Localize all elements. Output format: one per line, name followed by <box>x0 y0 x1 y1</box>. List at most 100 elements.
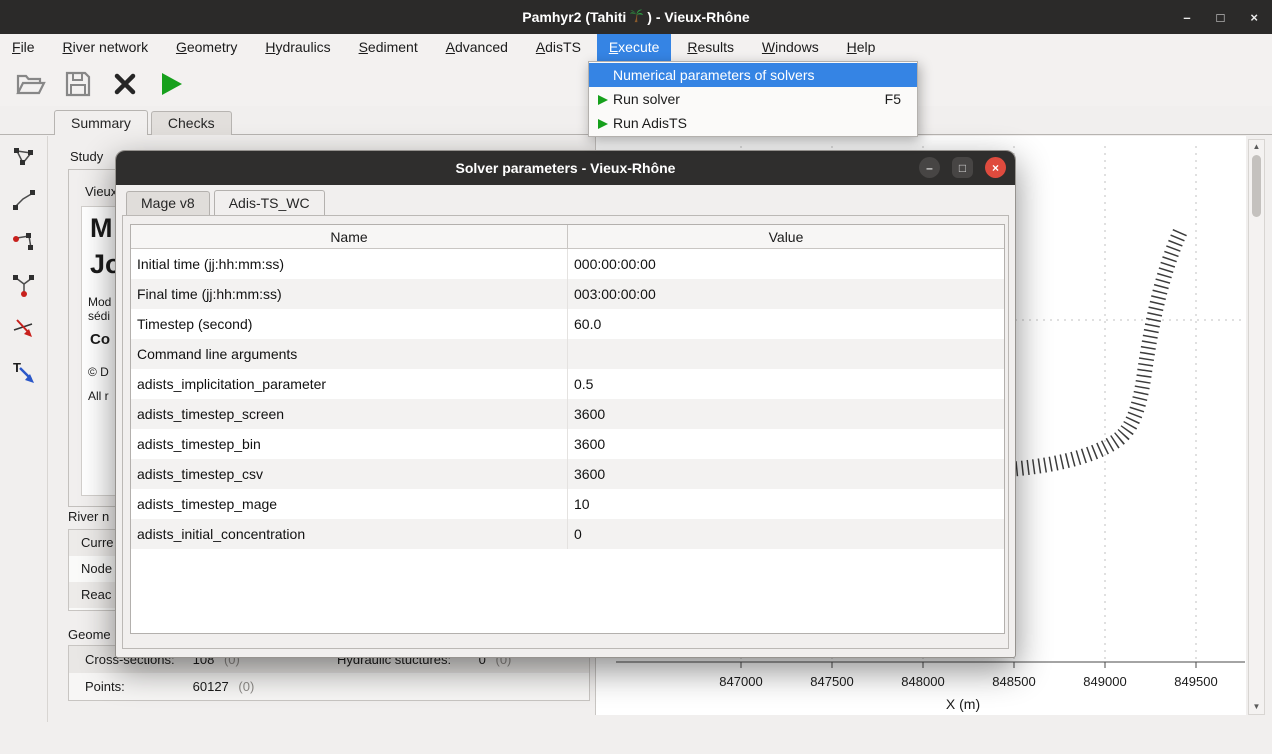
x-tick-847500: 847500 <box>797 674 867 689</box>
table-row[interactable]: adists_implicitation_parameter 0.5 <box>131 369 1004 399</box>
menu-file[interactable]: File <box>0 34 47 61</box>
scrollbar-down-arrow-icon[interactable]: ▼ <box>1249 701 1264 713</box>
dialog-tab-mage-v8[interactable]: Mage v8 <box>126 191 210 215</box>
scrollbar-up-arrow-icon[interactable]: ▲ <box>1249 141 1264 153</box>
table-row[interactable]: Final time (jj:hh:mm:ss) 003:00:00:00 <box>131 279 1004 309</box>
close-button[interactable]: × <box>1250 10 1258 25</box>
application-window: Pamhyr2 (Tahiti ) - Vieux-Rhône – □ × Fi… <box>0 0 1272 754</box>
menu-hydraulics[interactable]: Hydraulics <box>253 34 342 61</box>
param-name-cell[interactable]: adists_timestep_bin <box>131 429 568 459</box>
tool-network-button[interactable] <box>7 140 41 174</box>
param-name-cell[interactable]: adists_initial_concentration <box>131 519 568 549</box>
x-axis-label: X (m) <box>913 696 1013 712</box>
network-graph-icon <box>11 144 37 170</box>
table-row[interactable]: Initial time (jj:hh:mm:ss) 000:00:00:00 <box>131 249 1004 279</box>
floppy-save-icon <box>65 71 91 97</box>
stats-row-2: Points: 60127 (0) <box>69 673 589 700</box>
param-name-cell[interactable]: Timestep (second) <box>131 309 568 339</box>
play-icon <box>597 93 609 109</box>
table-row[interactable]: adists_timestep_csv 3600 <box>131 459 1004 489</box>
menu-execute[interactable]: Execute <box>597 34 672 61</box>
study-copyright: © D <box>88 365 109 379</box>
header-name[interactable]: Name <box>131 225 568 248</box>
study-desc-1: Mod <box>88 295 111 309</box>
header-value[interactable]: Value <box>568 225 1004 248</box>
menu-sediment[interactable]: Sediment <box>347 34 430 61</box>
dialog-title: Solver parameters - Vieux-Rhône <box>456 160 676 176</box>
left-tool-column: T <box>0 136 48 722</box>
menu-option-run-adists[interactable]: Run AdisTS <box>589 111 917 135</box>
param-value-cell[interactable]: 0.5 <box>568 369 1004 399</box>
points-value: 60127 <box>193 679 229 694</box>
river-network-label: River n <box>68 509 109 524</box>
param-name-cell[interactable]: adists_timestep_csv <box>131 459 568 489</box>
study-rights: All r <box>88 389 109 403</box>
tab-summary[interactable]: Summary <box>54 110 148 135</box>
table-row[interactable]: adists_timestep_bin 3600 <box>131 429 1004 459</box>
param-name-cell[interactable]: Command line arguments <box>131 339 568 369</box>
dialog-tab-pane: Name Value Initial time (jj:hh:mm:ss) 00… <box>122 215 1009 649</box>
t-blue-arrow-icon: T <box>11 359 37 385</box>
param-value-cell[interactable]: 10 <box>568 489 1004 519</box>
dialog-tabbar: Mage v8 Adis-TS_WC <box>126 190 329 215</box>
menu-help[interactable]: Help <box>835 34 888 61</box>
menu-results[interactable]: Results <box>675 34 746 61</box>
solver-parameters-dialog: Solver parameters - Vieux-Rhône – □ × Ma… <box>115 150 1016 658</box>
menu-adists[interactable]: AdisTS <box>524 34 593 61</box>
dialog-maximize-button[interactable]: □ <box>952 157 973 178</box>
window-title-prefix: Pamhyr2 (Tahiti <box>522 9 626 25</box>
tab-checks[interactable]: Checks <box>151 111 232 135</box>
run-play-icon <box>160 71 184 97</box>
menu-option-run-solver[interactable]: Run solver F5 <box>589 87 917 111</box>
maximize-button[interactable]: □ <box>1217 10 1225 25</box>
param-value-cell[interactable]: 000:00:00:00 <box>568 249 1004 279</box>
param-value-cell[interactable]: 0 <box>568 519 1004 549</box>
param-value-cell[interactable]: 3600 <box>568 459 1004 489</box>
menu-river-network[interactable]: River network <box>50 34 160 61</box>
scrollbar-thumb[interactable] <box>1252 155 1261 217</box>
points-count: (0) <box>238 679 254 694</box>
save-button[interactable] <box>59 65 97 103</box>
param-name-cell[interactable]: adists_timestep_screen <box>131 399 568 429</box>
table-row[interactable]: Command line arguments <box>131 339 1004 369</box>
tool-slope-button[interactable] <box>7 312 41 346</box>
dialog-tab-adis-ts-wc[interactable]: Adis-TS_WC <box>214 190 325 215</box>
slope-red-arrow-icon <box>11 316 37 342</box>
tool-profile-button[interactable] <box>7 183 41 217</box>
window-title-suffix: ) - Vieux-Rhône <box>647 9 749 25</box>
study-name-fragment: Vieux <box>85 184 117 199</box>
table-row[interactable]: adists_initial_concentration 0 <box>131 519 1004 549</box>
table-row[interactable]: adists_timestep_screen 3600 <box>131 399 1004 429</box>
param-name-cell[interactable]: adists_implicitation_parameter <box>131 369 568 399</box>
param-value-cell[interactable]: 60.0 <box>568 309 1004 339</box>
menu-windows[interactable]: Windows <box>750 34 831 61</box>
dialog-close-button[interactable]: × <box>985 157 1006 178</box>
table-row[interactable]: adists_timestep_mage 10 <box>131 489 1004 519</box>
tool-nodes-button[interactable] <box>7 226 41 260</box>
menu-geometry[interactable]: Geometry <box>164 34 249 61</box>
run-button[interactable] <box>153 65 191 103</box>
x-tick-848000: 848000 <box>888 674 958 689</box>
minimize-button[interactable]: – <box>1183 10 1190 25</box>
reach-branch-icon <box>11 273 37 299</box>
dialog-controls: – □ × <box>919 157 1006 178</box>
close-study-button[interactable] <box>106 65 144 103</box>
param-value-cell[interactable]: 003:00:00:00 <box>568 279 1004 309</box>
parameters-table: Name Value Initial time (jj:hh:mm:ss) 00… <box>130 224 1005 634</box>
menu-advanced[interactable]: Advanced <box>434 34 520 61</box>
x-tick-849000: 849000 <box>1070 674 1140 689</box>
param-value-cell[interactable]: 3600 <box>568 429 1004 459</box>
param-name-cell[interactable]: adists_timestep_mage <box>131 489 568 519</box>
menu-option-numerical-parameters[interactable]: Numerical parameters of solvers <box>589 63 917 87</box>
table-row[interactable]: Timestep (second) 60.0 <box>131 309 1004 339</box>
tool-timeseries-button[interactable]: T <box>7 355 41 389</box>
param-name-cell[interactable]: Final time (jj:hh:mm:ss) <box>131 279 568 309</box>
dialog-minimize-button[interactable]: – <box>919 157 940 178</box>
vertical-scrollbar[interactable]: ▲ ▼ <box>1248 139 1265 715</box>
open-button[interactable] <box>12 65 50 103</box>
param-value-cell[interactable] <box>568 339 1004 369</box>
param-name-cell[interactable]: Initial time (jj:hh:mm:ss) <box>131 249 568 279</box>
param-value-cell[interactable]: 3600 <box>568 399 1004 429</box>
menubar: File River network Geometry Hydraulics S… <box>0 34 1272 61</box>
tool-branch-button[interactable] <box>7 269 41 303</box>
